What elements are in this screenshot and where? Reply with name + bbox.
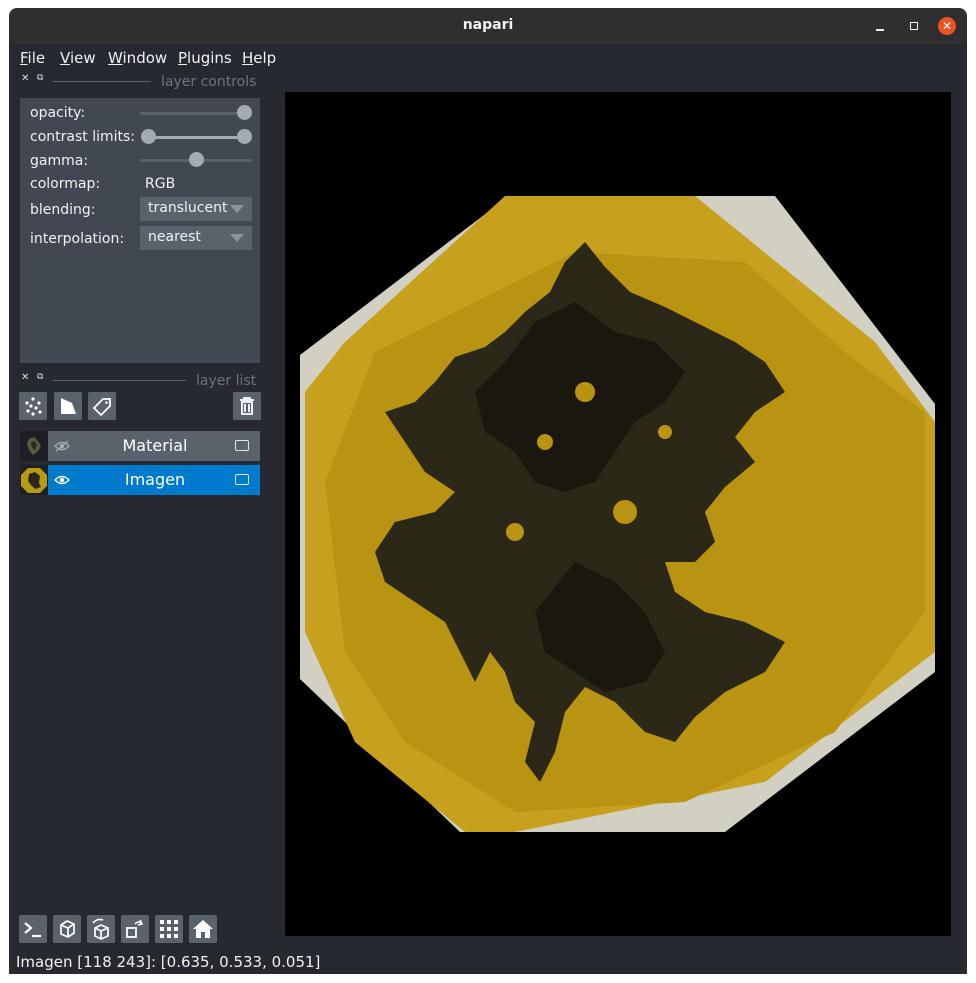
contrast-limits-slider[interactable] <box>147 136 244 139</box>
dock-float-icon[interactable]: ⧉ <box>37 372 43 382</box>
layer-name[interactable]: Imagen <box>80 470 230 489</box>
title-bar: napari ✕ <box>9 8 967 44</box>
shapes-icon <box>61 398 76 414</box>
status-bar-text: Imagen [118 243]: [0.635, 0.533, 0.051] <box>16 953 321 971</box>
maximize-button[interactable] <box>905 17 923 35</box>
napari-window: napari ✕ File View Window Plugins Help ✕… <box>9 8 967 974</box>
chevron-down-icon <box>230 205 244 213</box>
window-title: napari <box>462 17 514 33</box>
roll-dimensions-button[interactable] <box>87 915 115 943</box>
contrast-limits-label: contrast limits: <box>30 129 135 145</box>
opacity-slider[interactable] <box>140 112 252 115</box>
toggle-ndisplay-button[interactable] <box>53 915 81 943</box>
layer-row-imagen[interactable]: Imagen <box>20 465 260 495</box>
viewer-canvas[interactable] <box>285 92 951 936</box>
minimize-button[interactable] <box>871 17 889 35</box>
menu-help[interactable]: Help <box>242 49 276 67</box>
points-icon <box>25 397 42 416</box>
gamma-slider-handle[interactable] <box>188 152 204 167</box>
delete-layer-button[interactable] <box>233 392 261 420</box>
gamma-label: gamma: <box>30 153 89 169</box>
interpolation-label: interpolation: <box>30 231 125 247</box>
layer-controls-header: ✕ ⧉ layer controls <box>9 73 269 90</box>
eye-icon[interactable] <box>53 473 71 487</box>
home-icon <box>193 920 213 938</box>
trash-icon <box>240 397 254 415</box>
menu-plugins[interactable]: Plugins <box>178 49 232 67</box>
image-layer-icon <box>235 474 249 485</box>
opacity-label: opacity: <box>30 105 86 121</box>
tag-icon <box>92 398 111 417</box>
layer-list-header: ✕ ⧉ layer list <box>9 372 269 389</box>
hidden-eye-icon[interactable] <box>53 439 71 453</box>
layer-controls-title: layer controls <box>161 74 257 90</box>
blending-dropdown[interactable]: translucent <box>140 197 252 221</box>
roll-icon <box>92 918 109 940</box>
console-icon <box>24 922 41 938</box>
transpose-dimensions-button[interactable] <box>121 915 149 943</box>
reset-view-button[interactable] <box>189 915 217 943</box>
layer-thumbnail <box>20 431 48 461</box>
layer-row-material[interactable]: Material <box>20 431 260 461</box>
transpose-icon <box>126 919 144 938</box>
cube-icon <box>60 920 75 938</box>
colormap-label: colormap: <box>30 176 101 192</box>
interpolation-dropdown[interactable]: nearest <box>140 226 252 250</box>
layer-thumbnail <box>20 465 48 495</box>
image-content <box>285 92 951 936</box>
menu-file[interactable]: File <box>20 49 45 67</box>
dock-close-icon[interactable]: ✕ <box>21 73 29 84</box>
header-divider <box>53 380 186 381</box>
menu-bar: File View Window Plugins Help <box>9 44 967 70</box>
console-button[interactable] <box>19 915 47 943</box>
contrast-min-handle[interactable] <box>140 129 156 144</box>
blending-value: translucent <box>148 200 228 216</box>
blending-label: blending: <box>30 202 96 218</box>
layer-controls-panel: opacity: contrast limits: gamma: colorma… <box>20 98 260 363</box>
layer-name[interactable]: Material <box>80 436 230 455</box>
menu-window[interactable]: Window <box>108 49 167 67</box>
header-divider <box>53 81 151 82</box>
opacity-slider-handle[interactable] <box>236 105 252 120</box>
new-points-layer-button[interactable] <box>19 392 47 420</box>
interpolation-value: nearest <box>148 229 201 245</box>
chevron-down-icon <box>230 234 244 242</box>
menu-view[interactable]: View <box>60 49 96 67</box>
colormap-value: RGB <box>145 176 176 192</box>
image-layer-icon <box>235 440 249 451</box>
new-shapes-layer-button[interactable] <box>54 392 82 420</box>
layer-list-title: layer list <box>196 373 257 389</box>
new-labels-layer-button[interactable] <box>88 392 116 420</box>
close-button[interactable]: ✕ <box>938 17 956 35</box>
grid-view-button[interactable] <box>155 915 183 943</box>
contrast-max-handle[interactable] <box>236 129 252 144</box>
dock-float-icon[interactable]: ⧉ <box>37 73 43 83</box>
grid-icon <box>160 920 178 938</box>
dock-close-icon[interactable]: ✕ <box>21 372 29 383</box>
